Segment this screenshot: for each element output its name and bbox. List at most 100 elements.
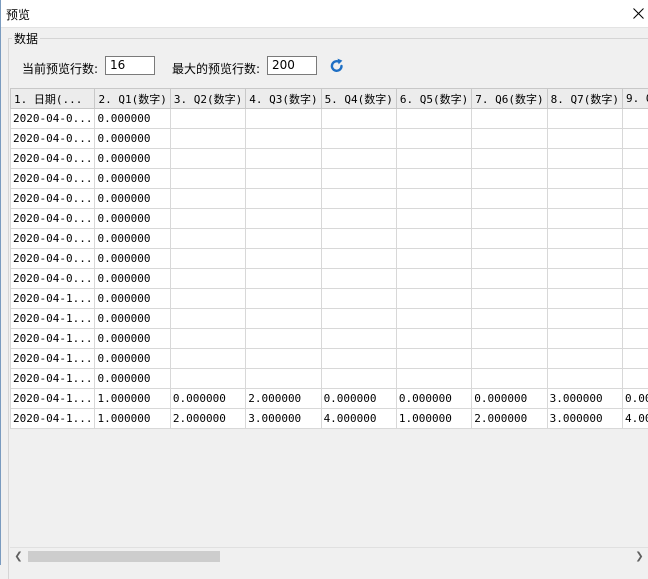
table-cell[interactable] bbox=[246, 349, 321, 369]
table-cell[interactable]: 2020-04-0... bbox=[11, 109, 95, 129]
table-cell[interactable] bbox=[472, 149, 547, 169]
table-cell[interactable] bbox=[547, 189, 622, 209]
table-cell[interactable] bbox=[472, 169, 547, 189]
table-row[interactable]: 2020-04-0...0.000000 bbox=[11, 249, 648, 269]
table-cell[interactable] bbox=[623, 189, 648, 209]
table-cell[interactable] bbox=[396, 309, 471, 329]
table-row[interactable]: 2020-04-0...0.000000 bbox=[11, 229, 648, 249]
table-cell[interactable]: 2020-04-0... bbox=[11, 209, 95, 229]
table-cell[interactable] bbox=[170, 189, 245, 209]
table-cell[interactable] bbox=[170, 229, 245, 249]
table-cell[interactable] bbox=[321, 309, 396, 329]
table-cell[interactable] bbox=[396, 169, 471, 189]
table-cell[interactable]: 2020-04-0... bbox=[11, 249, 95, 269]
scrollbar-thumb[interactable] bbox=[28, 551, 220, 562]
preview-grid[interactable]: 1. 日期(...2. Q1(数字)3. Q2(数字)4. Q3(数字)5. Q… bbox=[10, 88, 648, 548]
table-cell[interactable] bbox=[472, 349, 547, 369]
table-cell[interactable]: 2020-04-1... bbox=[11, 309, 95, 329]
table-cell[interactable] bbox=[321, 329, 396, 349]
table-cell[interactable]: 2020-04-1... bbox=[11, 409, 95, 429]
table-row[interactable]: 2020-04-1...1.0000000.0000002.0000000.00… bbox=[11, 389, 648, 409]
table-cell[interactable] bbox=[170, 149, 245, 169]
table-cell[interactable] bbox=[547, 349, 622, 369]
table-cell[interactable] bbox=[623, 149, 648, 169]
title-bar[interactable]: 预览 bbox=[1, 0, 648, 28]
table-cell[interactable]: 2.000000 bbox=[170, 409, 245, 429]
table-cell[interactable] bbox=[246, 129, 321, 149]
column-header[interactable]: 2. Q1(数字) bbox=[95, 89, 170, 109]
table-cell[interactable]: 2020-04-0... bbox=[11, 189, 95, 209]
table-cell[interactable]: 2.000000 bbox=[472, 409, 547, 429]
table-cell[interactable] bbox=[623, 329, 648, 349]
table-cell[interactable] bbox=[547, 209, 622, 229]
table-cell[interactable] bbox=[623, 309, 648, 329]
table-cell[interactable]: 0.000000 bbox=[95, 309, 170, 329]
table-cell[interactable]: 2020-04-0... bbox=[11, 169, 95, 189]
table-row[interactable]: 2020-04-1...0.000000 bbox=[11, 289, 648, 309]
table-cell[interactable] bbox=[396, 329, 471, 349]
table-cell[interactable] bbox=[246, 309, 321, 329]
scroll-left-button[interactable]: ❮ bbox=[10, 548, 27, 565]
table-cell[interactable]: 0.000000 bbox=[95, 269, 170, 289]
table-cell[interactable]: 4.0000 bbox=[623, 409, 648, 429]
table-cell[interactable]: 0.000000 bbox=[95, 289, 170, 309]
table-cell[interactable]: 0.000000 bbox=[95, 109, 170, 129]
table-cell[interactable] bbox=[321, 209, 396, 229]
table-cell[interactable]: 0.000000 bbox=[95, 229, 170, 249]
table-cell[interactable] bbox=[396, 149, 471, 169]
table-cell[interactable] bbox=[623, 289, 648, 309]
table-cell[interactable] bbox=[246, 149, 321, 169]
table-cell[interactable] bbox=[623, 129, 648, 149]
table-row[interactable]: 2020-04-0...0.000000 bbox=[11, 129, 648, 149]
column-header[interactable]: 4. Q3(数字) bbox=[246, 89, 321, 109]
table-row[interactable]: 2020-04-1...1.0000002.0000003.0000004.00… bbox=[11, 409, 648, 429]
table-cell[interactable] bbox=[246, 369, 321, 389]
table-cell[interactable] bbox=[547, 229, 622, 249]
table-cell[interactable]: 2020-04-1... bbox=[11, 369, 95, 389]
table-cell[interactable] bbox=[321, 289, 396, 309]
table-cell[interactable] bbox=[547, 269, 622, 289]
table-cell[interactable] bbox=[396, 269, 471, 289]
table-cell[interactable] bbox=[472, 129, 547, 149]
table-cell[interactable] bbox=[321, 109, 396, 129]
table-cell[interactable] bbox=[246, 169, 321, 189]
column-header[interactable]: 3. Q2(数字) bbox=[170, 89, 245, 109]
table-cell[interactable]: 0.000000 bbox=[95, 189, 170, 209]
table-cell[interactable]: 0.000000 bbox=[95, 249, 170, 269]
table-cell[interactable]: 1.000000 bbox=[396, 409, 471, 429]
table-row[interactable]: 2020-04-0...0.000000 bbox=[11, 269, 648, 289]
table-row[interactable]: 2020-04-1...0.000000 bbox=[11, 349, 648, 369]
table-cell[interactable] bbox=[472, 229, 547, 249]
table-cell[interactable] bbox=[246, 209, 321, 229]
table-cell[interactable] bbox=[246, 189, 321, 209]
column-header[interactable]: 5. Q4(数字) bbox=[321, 89, 396, 109]
table-cell[interactable]: 2020-04-0... bbox=[11, 229, 95, 249]
table-cell[interactable] bbox=[170, 249, 245, 269]
table-cell[interactable]: 2020-04-0... bbox=[11, 129, 95, 149]
table-cell[interactable]: 2020-04-1... bbox=[11, 289, 95, 309]
table-cell[interactable]: 1.000000 bbox=[95, 409, 170, 429]
table-cell[interactable]: 2020-04-1... bbox=[11, 389, 95, 409]
table-cell[interactable] bbox=[623, 349, 648, 369]
table-cell[interactable] bbox=[547, 329, 622, 349]
table-cell[interactable] bbox=[321, 149, 396, 169]
table-row[interactable]: 2020-04-1...0.000000 bbox=[11, 309, 648, 329]
table-cell[interactable] bbox=[547, 169, 622, 189]
table-cell[interactable] bbox=[246, 269, 321, 289]
max-rows-input[interactable]: 200 bbox=[267, 56, 317, 75]
table-cell[interactable] bbox=[321, 169, 396, 189]
table-row[interactable]: 2020-04-0...0.000000 bbox=[11, 209, 648, 229]
table-cell[interactable] bbox=[396, 129, 471, 149]
table-cell[interactable] bbox=[623, 109, 648, 129]
table-cell[interactable] bbox=[547, 369, 622, 389]
table-row[interactable]: 2020-04-1...0.000000 bbox=[11, 369, 648, 389]
table-cell[interactable] bbox=[547, 309, 622, 329]
table-cell[interactable] bbox=[547, 289, 622, 309]
table-cell[interactable]: 2.000000 bbox=[246, 389, 321, 409]
column-header[interactable]: 1. 日期(... bbox=[11, 89, 95, 109]
current-rows-input[interactable]: 16 bbox=[105, 56, 155, 75]
table-cell[interactable]: 2020-04-0... bbox=[11, 269, 95, 289]
table-cell[interactable] bbox=[472, 209, 547, 229]
table-cell[interactable] bbox=[623, 249, 648, 269]
table-cell[interactable] bbox=[396, 349, 471, 369]
